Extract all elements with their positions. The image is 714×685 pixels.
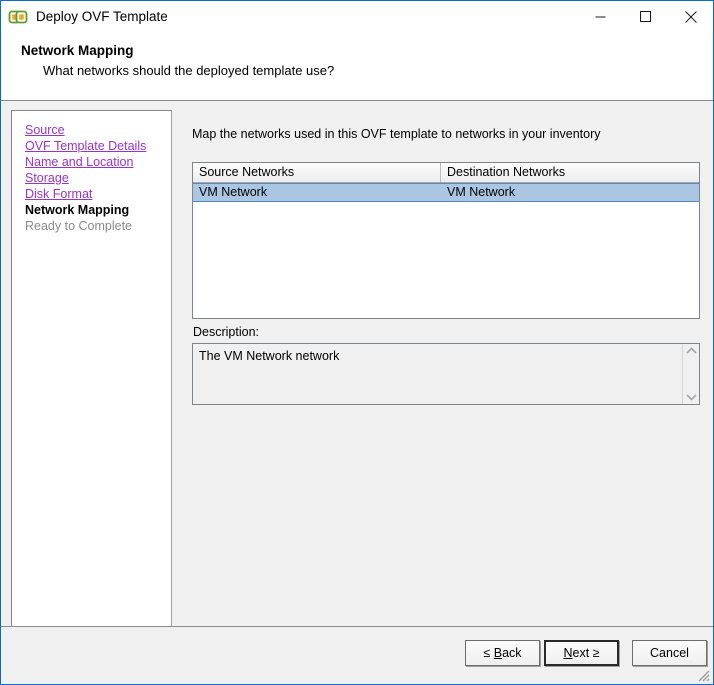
cell-source-network: VM Network	[193, 184, 441, 201]
maximize-icon	[640, 11, 651, 22]
minimize-button[interactable]	[578, 1, 623, 32]
title-bar: Deploy OVF Template	[1, 1, 713, 32]
window-title: Deploy OVF Template	[36, 9, 168, 24]
dialog-body: Source OVF Template Details Name and Loc…	[2, 101, 713, 685]
cancel-button[interactable]: Cancel	[632, 640, 707, 666]
maximize-button[interactable]	[623, 1, 668, 32]
next-button-rest: ext	[573, 646, 590, 660]
sidebar-item-disk-format[interactable]: Disk Format	[25, 186, 171, 202]
next-button-suffix: ≥	[589, 646, 599, 660]
instruction-text: Map the networks used in this OVF templa…	[192, 127, 601, 141]
network-mapping-table[interactable]: Source Networks Destination Networks VM …	[192, 162, 700, 319]
sidebar-item-network-mapping: Network Mapping	[25, 202, 171, 218]
table-header-row: Source Networks Destination Networks	[193, 163, 699, 183]
close-icon	[685, 11, 697, 23]
column-header-destination-networks[interactable]: Destination Networks	[441, 163, 699, 182]
close-button[interactable]	[668, 1, 713, 32]
description-scrollbar[interactable]	[682, 344, 699, 404]
chevron-up-icon[interactable]	[686, 347, 697, 354]
back-button-rest: ack	[502, 646, 521, 660]
description-label: Description:	[193, 325, 259, 339]
ovf-template-icon	[8, 7, 28, 27]
wizard-header: Network Mapping What networks should the…	[2, 32, 712, 101]
sidebar-item-name-and-location[interactable]: Name and Location	[25, 154, 171, 170]
window-controls	[578, 1, 713, 32]
chevron-down-icon[interactable]	[686, 394, 697, 401]
sidebar-item-ovf-template-details[interactable]: OVF Template Details	[25, 138, 171, 154]
resize-grip-icon[interactable]	[696, 668, 710, 682]
page-subtitle: What networks should the deployed templa…	[43, 63, 334, 78]
column-header-source-networks[interactable]: Source Networks	[193, 163, 441, 182]
next-button-accel: N	[563, 646, 572, 660]
sidebar-item-source[interactable]: Source	[25, 122, 171, 138]
wizard-step-list: Source OVF Template Details Name and Loc…	[11, 110, 172, 633]
description-text: The VM Network network	[193, 344, 682, 404]
deploy-ovf-template-window: Deploy OVF Template Network Mapping	[0, 0, 714, 685]
table-row[interactable]: VM Network VM Network	[193, 183, 699, 202]
back-button[interactable]: ≤ Back	[465, 640, 540, 666]
sidebar-item-storage[interactable]: Storage	[25, 170, 171, 186]
sidebar-item-ready-to-complete: Ready to Complete	[25, 218, 171, 234]
description-box: The VM Network network	[192, 343, 700, 405]
back-button-prefix: ≤	[483, 646, 493, 660]
next-button[interactable]: Next ≥	[544, 640, 619, 666]
back-button-accel: B	[494, 646, 502, 660]
cell-destination-network[interactable]: VM Network	[441, 184, 699, 201]
page-title: Network Mapping	[21, 43, 134, 58]
minimize-icon	[595, 11, 606, 22]
dialog-footer: ≤ Back Next ≥ Cancel	[2, 627, 712, 684]
